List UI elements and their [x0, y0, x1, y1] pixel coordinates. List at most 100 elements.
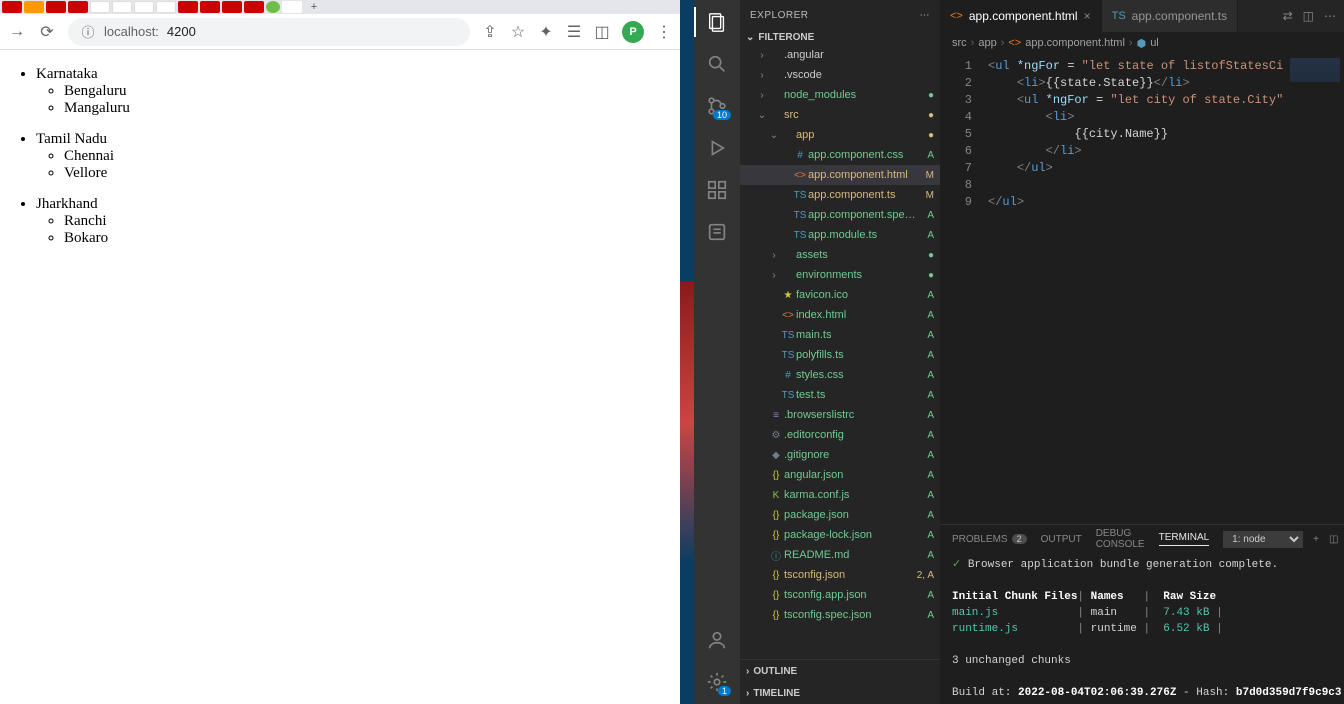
- explorer-more-icon[interactable]: ⋯: [920, 10, 931, 21]
- breadcrumb-item[interactable]: ul: [1150, 37, 1159, 49]
- state-item: Tamil NaduChennaiVellore: [36, 131, 672, 182]
- more-icon[interactable]: ⋯: [1324, 9, 1336, 23]
- minimap[interactable]: [1284, 54, 1344, 524]
- file-styles.css[interactable]: #styles.cssA: [740, 365, 940, 385]
- browser-tab[interactable]: [24, 1, 44, 13]
- breadcrumbs[interactable]: src›app›<> app.component.html›⬢ ul: [940, 32, 1344, 54]
- panel-tab-debug[interactable]: DEBUG CONSOLE: [1096, 528, 1145, 550]
- compare-icon[interactable]: ⇄: [1283, 9, 1293, 23]
- file-tsconfig.spec.json[interactable]: {}tsconfig.spec.jsonA: [740, 605, 940, 625]
- split-terminal-icon[interactable]: ◫: [1329, 534, 1338, 545]
- file-polyfills.ts[interactable]: TSpolyfills.tsA: [740, 345, 940, 365]
- file-index.html[interactable]: <>index.htmlA: [740, 305, 940, 325]
- address-bar[interactable]: ⓘ localhost:4200: [68, 18, 470, 46]
- browser-tab[interactable]: [266, 1, 280, 13]
- browser-tab[interactable]: [222, 1, 242, 13]
- activity-extensions[interactable]: [705, 178, 729, 202]
- folder-.vscode[interactable]: ›.vscode: [740, 65, 940, 85]
- browser-tab[interactable]: [134, 1, 154, 13]
- close-icon[interactable]: ×: [1084, 9, 1091, 23]
- editor-tab[interactable]: <>app.component.html×: [940, 0, 1102, 32]
- terminal-selector[interactable]: 1: node: [1223, 531, 1303, 548]
- activity-debug[interactable]: [705, 136, 729, 160]
- breadcrumb-item[interactable]: app: [978, 37, 996, 49]
- browser-tab[interactable]: [282, 1, 302, 13]
- folder-app[interactable]: ⌄app●: [740, 125, 940, 145]
- browser-tabstrip[interactable]: +: [0, 0, 680, 14]
- file-main.ts[interactable]: TSmain.tsA: [740, 325, 940, 345]
- activity-bar: 10 1: [694, 0, 740, 704]
- menu-icon[interactable]: ⋮: [656, 24, 672, 40]
- browser-tab[interactable]: [68, 1, 88, 13]
- outline-section[interactable]: ›OUTLINE: [740, 660, 940, 682]
- panel-tab-output[interactable]: OUTPUT: [1041, 534, 1082, 545]
- panel-tab-terminal[interactable]: TERMINAL: [1159, 532, 1210, 546]
- folder-src[interactable]: ⌄src●: [740, 105, 940, 125]
- browser-tab[interactable]: [200, 1, 220, 13]
- file-package-lock.json[interactable]: {}package-lock.jsonA: [740, 525, 940, 545]
- editor-tab[interactable]: TSapp.component.ts: [1102, 0, 1238, 32]
- project-header[interactable]: ⌄ FILTERONE: [740, 30, 940, 45]
- file-app.module.ts[interactable]: TSapp.module.tsA: [740, 225, 940, 245]
- browser-tab[interactable]: [90, 1, 110, 13]
- bottom-panel: PROBLEMS2 OUTPUT DEBUG CONSOLE TERMINAL …: [940, 524, 1344, 704]
- new-terminal-icon[interactable]: +: [1313, 534, 1319, 545]
- browser-tab[interactable]: [178, 1, 198, 13]
- folder-.angular[interactable]: ›.angular: [740, 45, 940, 65]
- file-tsconfig.json[interactable]: {}tsconfig.json2, A: [740, 565, 940, 585]
- code-area[interactable]: <ul *ngFor = "let state of listofStatesC…: [980, 54, 1284, 524]
- timeline-section[interactable]: ›TIMELINE: [740, 682, 940, 704]
- file-app.component.ts[interactable]: TSapp.component.tsM: [740, 185, 940, 205]
- file-favicon.ico[interactable]: ★favicon.icoA: [740, 285, 940, 305]
- browser-tab[interactable]: +: [304, 1, 324, 13]
- site-info-icon[interactable]: ⓘ: [80, 24, 96, 40]
- reading-list-icon[interactable]: ☰: [566, 24, 582, 40]
- extensions-icon[interactable]: ✦: [538, 24, 554, 40]
- terminal[interactable]: ✓ Browser application bundle generation …: [940, 553, 1344, 704]
- explorer-header: EXPLORER ⋯: [740, 0, 940, 30]
- share-icon[interactable]: ⇪: [482, 24, 498, 40]
- project-name: FILTERONE: [758, 32, 814, 43]
- file-.gitignore[interactable]: ◆.gitignoreA: [740, 445, 940, 465]
- profile-avatar[interactable]: P: [622, 21, 644, 43]
- activity-settings[interactable]: 1: [705, 670, 729, 694]
- file-app.component.html[interactable]: <>app.component.htmlM: [740, 165, 940, 185]
- editor-tabs: <>app.component.html×TSapp.component.ts …: [940, 0, 1344, 32]
- file-package.json[interactable]: {}package.jsonA: [740, 505, 940, 525]
- side-panel-icon[interactable]: ◫: [594, 24, 610, 40]
- activity-todo[interactable]: [705, 220, 729, 244]
- file-app.component.spec.ts[interactable]: TSapp.component.spec.tsA: [740, 205, 940, 225]
- editor[interactable]: 123456789 <ul *ngFor = "let state of lis…: [940, 54, 1344, 524]
- file-karma.conf.js[interactable]: Kkarma.conf.jsA: [740, 485, 940, 505]
- activity-search[interactable]: [705, 52, 729, 76]
- reload-button[interactable]: ⟳: [38, 23, 56, 41]
- file-.browserslistrc[interactable]: ≡.browserslistrcA: [740, 405, 940, 425]
- panel-tab-problems[interactable]: PROBLEMS2: [952, 534, 1027, 545]
- split-icon[interactable]: ◫: [1303, 9, 1314, 23]
- file-angular.json[interactable]: {}angular.jsonA: [740, 465, 940, 485]
- browser-tab[interactable]: [156, 1, 176, 13]
- page-content: KarnatakaBengaluruMangaluruTamil NaduChe…: [0, 50, 680, 704]
- bookmark-icon[interactable]: ☆: [510, 24, 526, 40]
- activity-account[interactable]: [705, 628, 729, 652]
- browser-tab[interactable]: [112, 1, 132, 13]
- file-tsconfig.app.json[interactable]: {}tsconfig.app.jsonA: [740, 585, 940, 605]
- file-README.md[interactable]: ⓘREADME.mdA: [740, 545, 940, 565]
- folder-assets[interactable]: ›assets●: [740, 245, 940, 265]
- breadcrumb-item[interactable]: app.component.html: [1025, 37, 1125, 49]
- activity-explorer[interactable]: [705, 10, 729, 34]
- browser-tab[interactable]: [46, 1, 66, 13]
- line-gutter: 123456789: [940, 54, 980, 524]
- folder-environments[interactable]: ›environments●: [740, 265, 940, 285]
- activity-scm[interactable]: 10: [705, 94, 729, 118]
- browser-toolbar: → ⟳ ⓘ localhost:4200 ⇪ ☆ ✦ ☰ ◫ P ⋮: [0, 14, 680, 50]
- file-test.ts[interactable]: TStest.tsA: [740, 385, 940, 405]
- file-.editorconfig[interactable]: ⚙.editorconfigA: [740, 425, 940, 445]
- file-tree[interactable]: ›.angular›.vscode›node_modules●⌄src●⌄app…: [740, 45, 940, 659]
- forward-button[interactable]: →: [8, 23, 26, 41]
- browser-tab[interactable]: [2, 1, 22, 13]
- file-app.component.css[interactable]: #app.component.cssA: [740, 145, 940, 165]
- breadcrumb-item[interactable]: src: [952, 37, 967, 49]
- folder-node_modules[interactable]: ›node_modules●: [740, 85, 940, 105]
- browser-tab[interactable]: [244, 1, 264, 13]
